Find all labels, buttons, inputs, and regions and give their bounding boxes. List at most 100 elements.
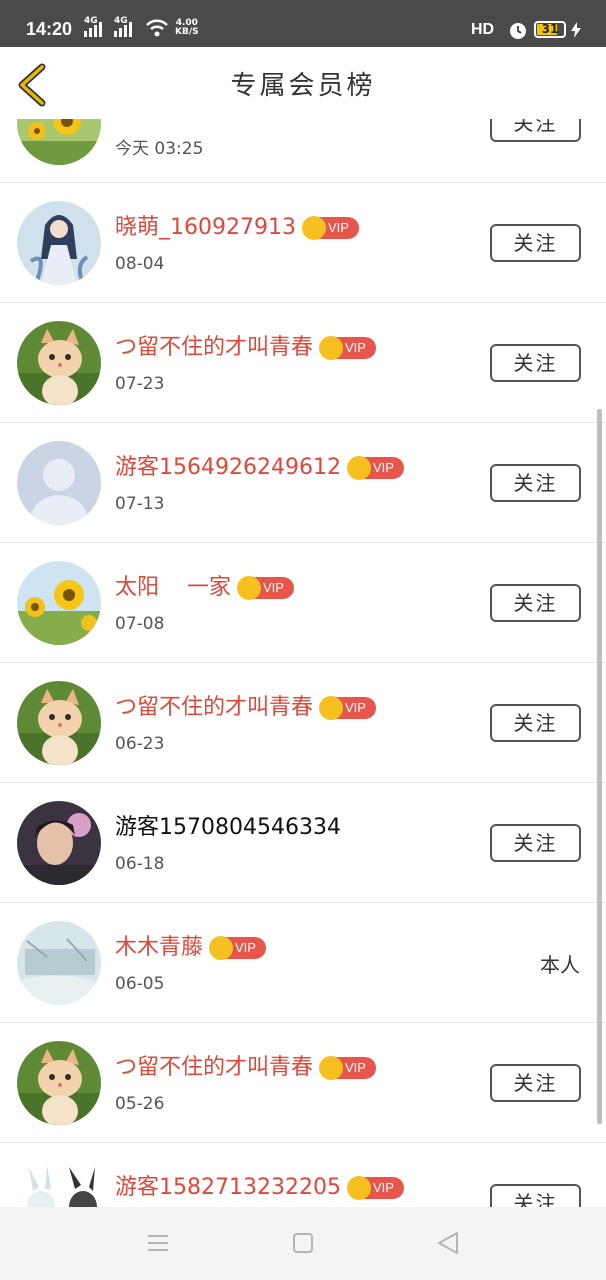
charging-icon bbox=[571, 22, 581, 38]
landscape-image bbox=[17, 921, 101, 1005]
vip-badge: VIP bbox=[319, 696, 376, 720]
row-date: 05-26 bbox=[115, 1094, 165, 1114]
row-date: 06-18 bbox=[115, 854, 165, 874]
vip-label: VIP bbox=[345, 700, 366, 715]
row-name-text: つ留不住的才叫青春 bbox=[115, 335, 314, 360]
row-name-text: 太阳 一家 bbox=[115, 575, 231, 600]
network-speed: 4.00 KB/S bbox=[175, 19, 199, 37]
list-item[interactable]: 木木青藤 VIP 06-05 本人 bbox=[0, 903, 606, 1023]
row-date: 06-23 bbox=[115, 734, 165, 754]
row-name: つ留不住的才叫青春 VIP bbox=[115, 1049, 376, 1081]
crown-icon bbox=[319, 336, 344, 360]
kitten-image bbox=[17, 681, 101, 765]
avatar[interactable] bbox=[17, 321, 101, 405]
row-name: 游客1570804546334 bbox=[115, 815, 341, 840]
back-triangle-icon[interactable] bbox=[437, 1231, 459, 1255]
list-item[interactable]: 今天 03:25 关注 bbox=[0, 119, 606, 183]
scrollbar[interactable] bbox=[597, 409, 602, 1124]
system-nav-bar bbox=[0, 1207, 606, 1280]
kitten-image bbox=[17, 1041, 101, 1125]
row-name-text: つ留不住的才叫青春 bbox=[115, 1055, 314, 1080]
crown-icon bbox=[301, 216, 326, 240]
signal-1-icon bbox=[84, 22, 102, 37]
vip-label: VIP bbox=[345, 340, 366, 355]
battery-icon: 31 bbox=[534, 21, 566, 38]
list-item[interactable]: 游客1564926249612 VIP 07-13 关注 bbox=[0, 423, 606, 543]
row-date: 07-23 bbox=[115, 374, 165, 394]
follow-button[interactable]: 关注 bbox=[490, 1184, 581, 1207]
row-name-text: 游客1582713232205 bbox=[115, 1175, 341, 1200]
follow-button[interactable]: 关注 bbox=[490, 824, 581, 862]
row-date: 今天 03:25 bbox=[115, 139, 204, 159]
vip-badge: VIP bbox=[301, 216, 359, 240]
bunny-image bbox=[17, 1161, 101, 1207]
signal-2-icon bbox=[114, 22, 132, 37]
crown-icon bbox=[346, 456, 371, 480]
photo-image bbox=[17, 801, 101, 885]
row-name: 游客1564926249612 VIP bbox=[115, 449, 404, 481]
list-item[interactable]: 太阳 一家 VIP 07-08 关注 bbox=[0, 543, 606, 663]
vip-badge: VIP bbox=[236, 576, 294, 600]
list-item[interactable]: つ留不住的才叫青春 VIP 06-23 关注 bbox=[0, 663, 606, 783]
vip-label: VIP bbox=[235, 940, 256, 955]
vip-badge: VIP bbox=[209, 936, 266, 960]
vip-badge: VIP bbox=[319, 336, 376, 360]
avatar[interactable] bbox=[17, 1161, 101, 1207]
app-header: 专属会员榜 bbox=[0, 47, 606, 119]
avatar[interactable] bbox=[17, 561, 101, 645]
member-list: 今天 03:25 关注 晓萌_160927913 VIP 08-04 关注 つ留… bbox=[0, 119, 606, 1207]
follow-button[interactable]: 关注 bbox=[490, 704, 581, 742]
home-icon[interactable] bbox=[293, 1233, 313, 1253]
crown-icon bbox=[319, 696, 344, 720]
crown-icon bbox=[346, 1176, 371, 1200]
follow-button[interactable]: 关注 bbox=[490, 344, 581, 382]
vip-label: VIP bbox=[372, 460, 394, 475]
list-item[interactable]: つ留不住的才叫青春 VIP 07-23 关注 bbox=[0, 303, 606, 423]
crown-icon bbox=[236, 576, 261, 600]
vip-label: VIP bbox=[327, 220, 349, 235]
follow-button[interactable]: 关注 bbox=[490, 464, 581, 502]
avatar[interactable] bbox=[17, 921, 101, 1005]
avatar[interactable] bbox=[17, 1041, 101, 1125]
row-name: つ留不住的才叫青春 VIP bbox=[115, 329, 376, 361]
avatar[interactable] bbox=[17, 201, 101, 285]
follow-button[interactable]: 关注 bbox=[490, 224, 581, 262]
sunflower-image bbox=[17, 119, 101, 165]
anime-image bbox=[17, 201, 101, 285]
follow-button[interactable]: 关注 bbox=[490, 1064, 581, 1102]
list-item[interactable]: 游客1582713232205 VIP 关注 bbox=[0, 1143, 606, 1207]
avatar[interactable] bbox=[17, 681, 101, 765]
list-item[interactable]: 晓萌_160927913 VIP 08-04 关注 bbox=[0, 183, 606, 303]
row-name: 晓萌_160927913 VIP bbox=[115, 209, 359, 241]
row-name: 木木青藤 VIP bbox=[115, 929, 266, 961]
list-item[interactable]: つ留不住的才叫青春 VIP 05-26 关注 bbox=[0, 1023, 606, 1143]
sunflower-image bbox=[17, 561, 101, 645]
vip-label: VIP bbox=[345, 1060, 366, 1075]
vip-label: VIP bbox=[262, 580, 284, 595]
wifi-icon bbox=[146, 19, 168, 37]
follow-button[interactable]: 关注 bbox=[490, 584, 581, 622]
row-name: 太阳 一家 VIP bbox=[115, 569, 294, 601]
row-name: 游客1582713232205 VIP bbox=[115, 1169, 404, 1201]
row-date: 08-04 bbox=[115, 254, 165, 274]
status-bar: 14:20 4G 4G 4.00 KB/S HD 31 bbox=[0, 0, 606, 47]
vip-label: VIP bbox=[372, 1180, 394, 1195]
vip-badge: VIP bbox=[346, 1176, 404, 1200]
row-name-text: つ留不住的才叫青春 bbox=[115, 695, 314, 720]
crown-icon bbox=[319, 1056, 344, 1080]
menu-icon[interactable] bbox=[148, 1234, 168, 1252]
kitten-image bbox=[17, 321, 101, 405]
avatar[interactable] bbox=[17, 119, 101, 165]
row-date: 06-05 bbox=[115, 974, 165, 994]
avatar[interactable] bbox=[17, 801, 101, 885]
page-title: 专属会员榜 bbox=[230, 71, 376, 101]
battery-level: 31 bbox=[541, 22, 559, 36]
row-date: 07-08 bbox=[115, 614, 165, 634]
avatar[interactable] bbox=[17, 441, 101, 525]
status-time: 14:20 bbox=[26, 19, 73, 39]
list-item[interactable]: 游客1570804546334 06-18 关注 bbox=[0, 783, 606, 903]
alarm-icon bbox=[510, 23, 526, 39]
follow-button[interactable]: 关注 bbox=[490, 119, 581, 142]
vip-badge: VIP bbox=[319, 1056, 376, 1080]
row-name-text: 晓萌_160927913 bbox=[115, 215, 296, 240]
